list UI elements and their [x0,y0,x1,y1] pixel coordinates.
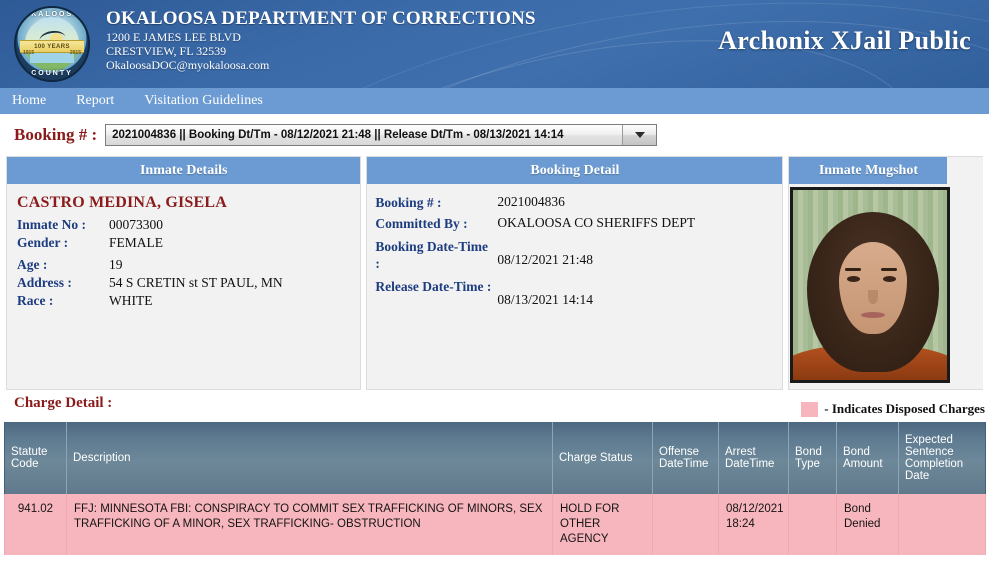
field-label: Booking Date-Time : [375,239,489,271]
table-header-row: Statute Code Description Charge Status O… [4,422,986,494]
disposed-color-swatch [801,401,819,417]
field-value: FEMALE [109,235,163,250]
seal-year-left: 1915 [23,50,35,57]
inmate-mugshot-photo [790,187,951,383]
agency-name: OKALOOSA DEPARTMENT OF CORRECTIONS [106,8,536,29]
column-header-offense-datetime[interactable]: Offense DateTime [652,422,719,494]
cell-bond-type [788,494,837,555]
field-value: 2021004836 [497,194,565,209]
charge-detail-title: Charge Detail : [14,395,113,411]
booking-select-dropdown[interactable]: 2021004836 || Booking Dt/Tm - 08/12/2021… [105,124,658,146]
inmate-field-gender: Gender : FEMALE [7,234,360,252]
nav-item-visitation-guidelines[interactable]: Visitation Guidelines [144,88,277,114]
application-title: Archonix XJail Public [718,26,971,55]
booking-field-release-date-time: Release Date-Time : 08/13/2021 14:14 [367,274,782,310]
inmate-mugshot-panel: Inmate Mugshot [788,156,983,390]
cell-description: FFJ: MINNESOTA FBI: CONSPIRACY TO COMMIT… [66,494,553,555]
field-label: Release Date-Time : [375,279,492,294]
seal-year-right: 2015 [69,50,81,57]
field-value: 19 [109,257,123,272]
column-header-expected-sentence-completion-date[interactable]: Expected Sentence Completion Date [898,422,986,494]
agency-email: OkaloosaDOC@myokaloosa.com [106,58,270,72]
cell-statute-code: 941.02 [4,494,67,555]
disposed-charges-legend: - Indicates Disposed Charges [801,401,985,417]
inmate-mugshot-body [789,184,983,389]
main-navigation-bar: Home Report Visitation Guidelines [0,88,989,114]
agency-address-line1: 1200 E JAMES LEE BLVD [106,30,241,44]
field-value: WHITE [109,293,153,308]
detail-panels-row: Inmate Details CASTRO MEDINA, GISELA Inm… [0,156,989,390]
inmate-details-title: Inmate Details [7,157,361,184]
chevron-down-icon [634,132,645,138]
page-banner: OKALOOSA 100 YEARS 1915 2015 COUNTY OKAL… [0,0,989,88]
mugshot-brow-right [881,268,898,271]
field-value: 08/13/2021 14:14 [497,292,594,307]
okaloosa-county-seal-logo: OKALOOSA 100 YEARS 1915 2015 COUNTY [14,6,90,82]
booking-detail-title: Booking Detail [367,157,783,184]
cell-arrest-datetime: 08/12/2021 18:24 [718,494,789,555]
column-header-statute-code[interactable]: Statute Code [4,422,67,494]
seal-bottom-text: COUNTY [31,70,73,77]
cell-charge-status: HOLD FOR OTHER AGENCY [552,494,653,555]
column-header-arrest-datetime[interactable]: Arrest DateTime [718,422,789,494]
inmate-field-race: Race : WHITE [7,292,360,310]
disposed-legend-text: - Indicates Disposed Charges [824,401,985,416]
booking-field-committed-by: Committed By : OKALOOSA CO SHERIFFS DEPT [367,213,782,234]
charge-detail-header-row: Charge Detail : - Indicates Disposed Cha… [0,390,989,422]
field-label: Gender : [17,235,69,250]
booking-detail-body: Booking # : 2021004836 Committed By : OK… [367,184,783,389]
booking-detail-panel: Booking Detail Booking # : 2021004836 Co… [366,156,784,390]
field-value: 54 S CRETIN st ST PAUL, MN [109,275,283,290]
nav-item-home[interactable]: Home [12,88,60,114]
cell-offense-datetime [652,494,719,555]
inmate-field-address: Address : 54 S CRETIN st ST PAUL, MN [7,274,360,292]
inmate-details-panel: Inmate Details CASTRO MEDINA, GISELA Inm… [6,156,362,390]
field-value: 08/12/2021 21:48 [497,252,594,267]
table-row: 941.02 FFJ: MINNESOTA FBI: CONSPIRACY TO… [4,494,986,555]
seal-top-text: OKALOOSA [23,11,81,18]
nav-item-report[interactable]: Report [76,88,128,114]
field-label: Booking # : [375,195,442,210]
field-label: Inmate No : [17,217,86,232]
charge-detail-table: Statute Code Description Charge Status O… [4,422,986,555]
inmate-name: CASTRO MEDINA, GISELA [17,194,228,211]
field-value: 00073300 [109,217,163,232]
column-header-charge-status[interactable]: Charge Status [552,422,653,494]
field-label: Committed By : [375,216,468,231]
field-value: OKALOOSA CO SHERIFFS DEPT [497,215,696,230]
booking-number-label: Booking # : [14,125,98,144]
inmate-details-body: CASTRO MEDINA, GISELA Inmate No : 000733… [7,184,361,389]
booking-field-booking-date-time: Booking Date-Time : 08/12/2021 21:48 [367,234,782,274]
booking-field-booking-number: Booking # : 2021004836 [367,192,782,213]
field-label: Address : [17,275,72,290]
cell-expected-sentence-completion-date [898,494,986,555]
mugshot-brow-left [845,268,862,271]
inmate-mugshot-title: Inmate Mugshot [789,157,948,184]
column-header-bond-type[interactable]: Bond Type [788,422,837,494]
column-header-bond-amount[interactable]: Bond Amount [836,422,899,494]
agency-address-line2: CRESTVIEW, FL 32539 [106,44,227,58]
agency-info-block: OKALOOSA DEPARTMENT OF CORRECTIONS 1200 … [106,8,536,72]
inmate-field-age: Age : 19 [7,252,360,274]
field-label: Race : [17,293,54,308]
booking-select-button[interactable] [622,125,657,145]
booking-selector-bar: Booking # : 2021004836 || Booking Dt/Tm … [0,114,989,156]
inmate-field-inmate-no: Inmate No : 00073300 [7,216,360,234]
booking-select-value: 2021004836 || Booking Dt/Tm - 08/12/2021… [112,129,564,141]
column-header-description[interactable]: Description [66,422,553,494]
cell-bond-amount: Bond Denied [836,494,899,555]
field-label: Age : [17,257,48,272]
